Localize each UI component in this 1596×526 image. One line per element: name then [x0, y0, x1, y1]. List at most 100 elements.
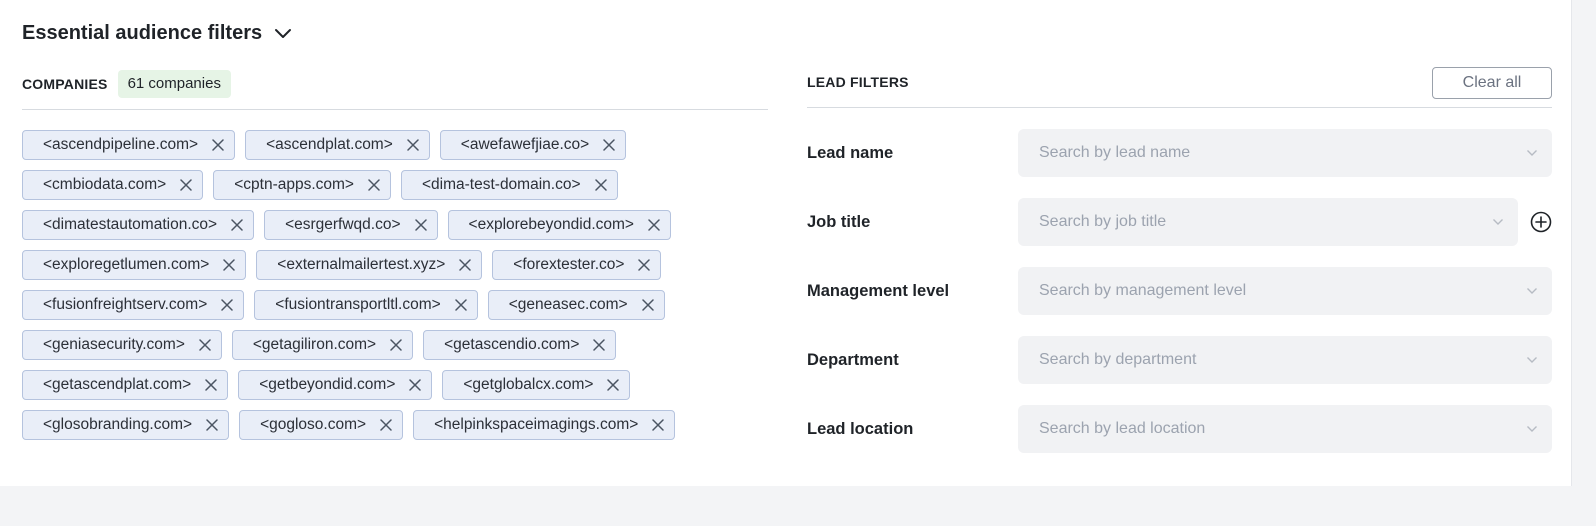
company-chip: <ascendpipeline.com>	[22, 130, 236, 160]
filter-row-job-title: Job title Search by job title	[807, 198, 1552, 246]
select-placeholder: Search by lead location	[1039, 420, 1206, 437]
company-chip-label: <dima-test-domain.co>	[421, 176, 581, 193]
remove-chip-icon[interactable]	[454, 299, 467, 311]
company-chip-label: <externalmailertest.xyz>	[277, 256, 446, 273]
company-chip-label: <getascendio.com>	[444, 336, 580, 353]
remove-chip-icon[interactable]	[603, 139, 615, 151]
company-chip-label: <ascendpipeline.com>	[43, 136, 199, 153]
lead-name-select[interactable]: Search by lead name	[1018, 129, 1552, 177]
company-chip-label: <gogloso.com>	[260, 416, 367, 433]
job-title-select[interactable]: Search by job title	[1018, 198, 1518, 246]
company-chip: <helpinkspaceimagings.com>	[413, 410, 676, 440]
company-chip: <explorebeyondid.com>	[447, 210, 671, 240]
company-chip: <fusiontransportltl.com>	[254, 290, 478, 320]
remove-chip-icon[interactable]	[380, 419, 392, 431]
company-chip: <exploregetlumen.com>	[22, 250, 247, 280]
company-chip: <getascendplat.com>	[22, 370, 229, 400]
add-circle-icon[interactable]	[1530, 211, 1552, 233]
chevron-down-icon	[1526, 149, 1538, 157]
company-chip-label: <exploregetlumen.com>	[43, 256, 210, 273]
filter-row-lead-name: Lead name Search by lead name	[807, 129, 1552, 177]
company-chip-label: <dimatestautomation.co>	[43, 216, 218, 233]
filter-row-management-level: Management level Search by management le…	[807, 267, 1552, 315]
company-chip-label: <forextester.co>	[513, 256, 625, 273]
remove-chip-icon[interactable]	[594, 179, 607, 191]
company-chip-label: <glosobranding.com>	[43, 416, 193, 433]
company-chip: <externalmailertest.xyz>	[256, 250, 483, 280]
company-chip: <geneasec.com>	[487, 290, 665, 320]
remove-chip-icon[interactable]	[641, 299, 654, 311]
chevron-down-icon[interactable]	[274, 28, 292, 40]
company-chip: <dima-test-domain.co>	[400, 170, 618, 200]
filter-label: Job title	[807, 212, 871, 231]
company-chip-label: <getbeyondid.com>	[259, 376, 396, 393]
company-chip-label: <explorebeyondid.com>	[468, 216, 634, 233]
company-chip-label: <cptn-apps.com>	[234, 176, 354, 193]
remove-chip-icon[interactable]	[199, 339, 211, 351]
companies-header: COMPANIES 61 companies	[22, 70, 768, 110]
lead-filters-panel: LEAD FILTERS Clear all Lead name Search …	[807, 67, 1552, 453]
chevron-down-icon	[1526, 356, 1538, 364]
company-chip: <geniasecurity.com>	[22, 330, 222, 360]
remove-chip-icon[interactable]	[648, 219, 660, 231]
remove-chip-icon[interactable]	[593, 339, 606, 351]
remove-chip-icon[interactable]	[368, 179, 380, 191]
company-chip-label: <helpinkspaceimagings.com>	[434, 416, 639, 433]
select-placeholder: Search by management level	[1039, 282, 1247, 299]
remove-chip-icon[interactable]	[459, 259, 472, 271]
section-toggle[interactable]: Essential audience filters	[22, 22, 292, 45]
remove-chip-icon[interactable]	[231, 219, 243, 231]
company-chip-label: <cmbiodata.com>	[43, 176, 167, 193]
company-chip-label: <fusionfreightserv.com>	[43, 296, 208, 313]
lead-location-select[interactable]: Search by lead location	[1018, 405, 1552, 453]
filter-row-lead-location: Lead location Search by lead location	[807, 405, 1552, 453]
company-chip-label: <geneasec.com>	[508, 296, 628, 313]
chevron-down-icon	[1526, 287, 1538, 295]
remove-chip-icon[interactable]	[223, 259, 236, 271]
remove-chip-icon[interactable]	[212, 139, 224, 151]
company-chip-label: <getagiliron.com>	[252, 336, 377, 353]
chevron-down-icon	[1526, 425, 1538, 433]
company-chip-label: <fusiontransportltl.com>	[275, 296, 441, 313]
audience-filters-card: Essential audience filters COMPANIES 61 …	[0, 0, 1572, 486]
section-title: Essential audience filters	[22, 22, 263, 44]
remove-chip-icon[interactable]	[206, 419, 218, 431]
remove-chip-icon[interactable]	[607, 379, 620, 391]
remove-chip-icon[interactable]	[652, 419, 665, 431]
companies-count-badge: 61 companies	[117, 70, 231, 98]
company-chip: <cptn-apps.com>	[213, 170, 391, 200]
company-chip: <awefawefjiae.co>	[439, 130, 627, 160]
management-level-select[interactable]: Search by management level	[1018, 267, 1552, 315]
filter-label: Lead location	[807, 419, 914, 438]
filter-row-department: Department Search by department	[807, 336, 1552, 384]
company-chip-label: <awefawefjiae.co>	[460, 136, 590, 153]
clear-all-button[interactable]: Clear all	[1432, 67, 1552, 99]
remove-chip-icon[interactable]	[414, 219, 427, 231]
company-chip: <glosobranding.com>	[22, 410, 230, 440]
remove-chip-icon[interactable]	[205, 379, 217, 391]
company-chip-label: <geniasecurity.com>	[43, 336, 185, 353]
chevron-down-icon	[1492, 218, 1504, 226]
company-chip: <getbeyondid.com>	[238, 370, 433, 400]
company-chip-list[interactable]: <ascendpipeline.com> <ascendplat.com> <awe…	[22, 130, 768, 526]
company-chip-label: <getglobalcx.com>	[463, 376, 594, 393]
filter-label: Management level	[807, 281, 950, 300]
company-chip: <dimatestautomation.co>	[22, 210, 255, 240]
remove-chip-icon[interactable]	[221, 299, 234, 311]
select-placeholder: Search by department	[1039, 351, 1197, 368]
lead-filters-header: LEAD FILTERS Clear all	[807, 67, 1552, 108]
lead-filters-label: LEAD FILTERS	[807, 74, 909, 90]
remove-chip-icon[interactable]	[180, 179, 192, 191]
company-chip: <forextester.co>	[492, 250, 662, 280]
remove-chip-icon[interactable]	[407, 139, 419, 151]
department-select[interactable]: Search by department	[1018, 336, 1552, 384]
filter-label: Lead name	[807, 143, 894, 162]
companies-label: COMPANIES	[22, 76, 108, 92]
remove-chip-icon[interactable]	[409, 379, 422, 391]
company-chip: <ascendplat.com>	[245, 130, 430, 160]
remove-chip-icon[interactable]	[390, 339, 402, 351]
company-chip: <getascendio.com>	[423, 330, 617, 360]
remove-chip-icon[interactable]	[638, 259, 651, 271]
select-placeholder: Search by job title	[1039, 213, 1167, 230]
company-chip: <cmbiodata.com>	[22, 170, 204, 200]
